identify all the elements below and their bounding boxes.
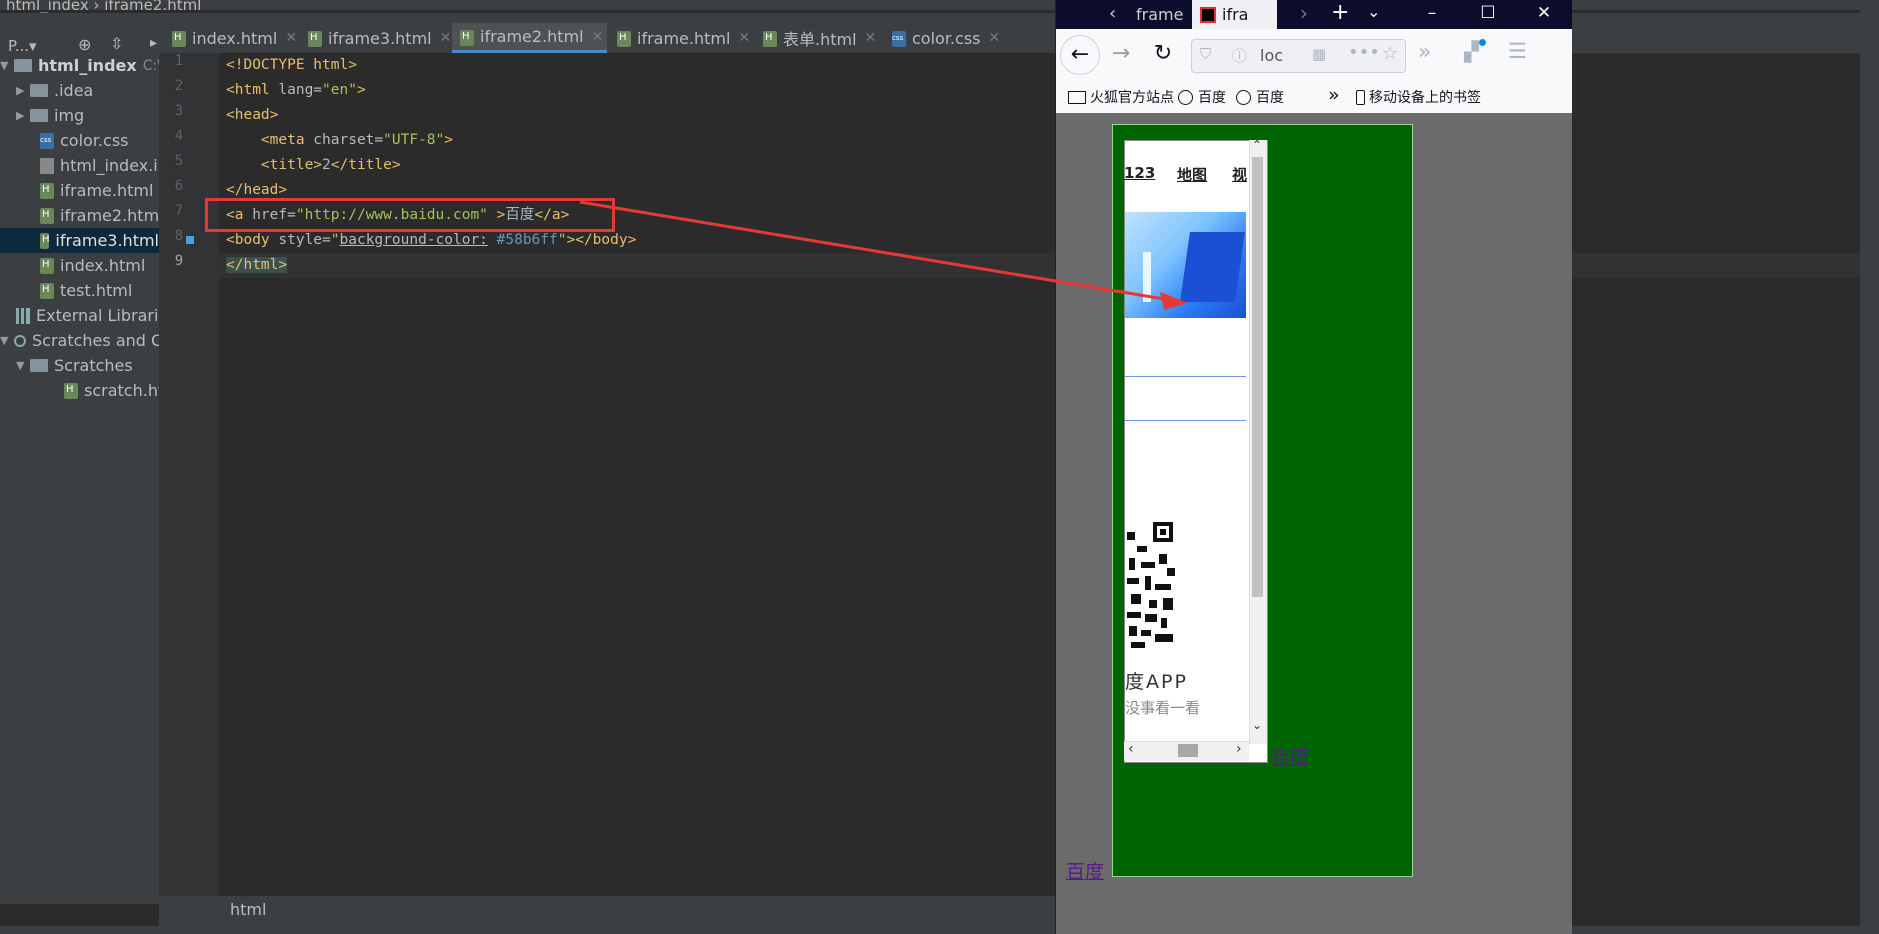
annotation-arrow	[579, 200, 1188, 310]
annotation-arrow-head	[1160, 292, 1188, 310]
annotation-arrow-line	[579, 200, 1171, 302]
